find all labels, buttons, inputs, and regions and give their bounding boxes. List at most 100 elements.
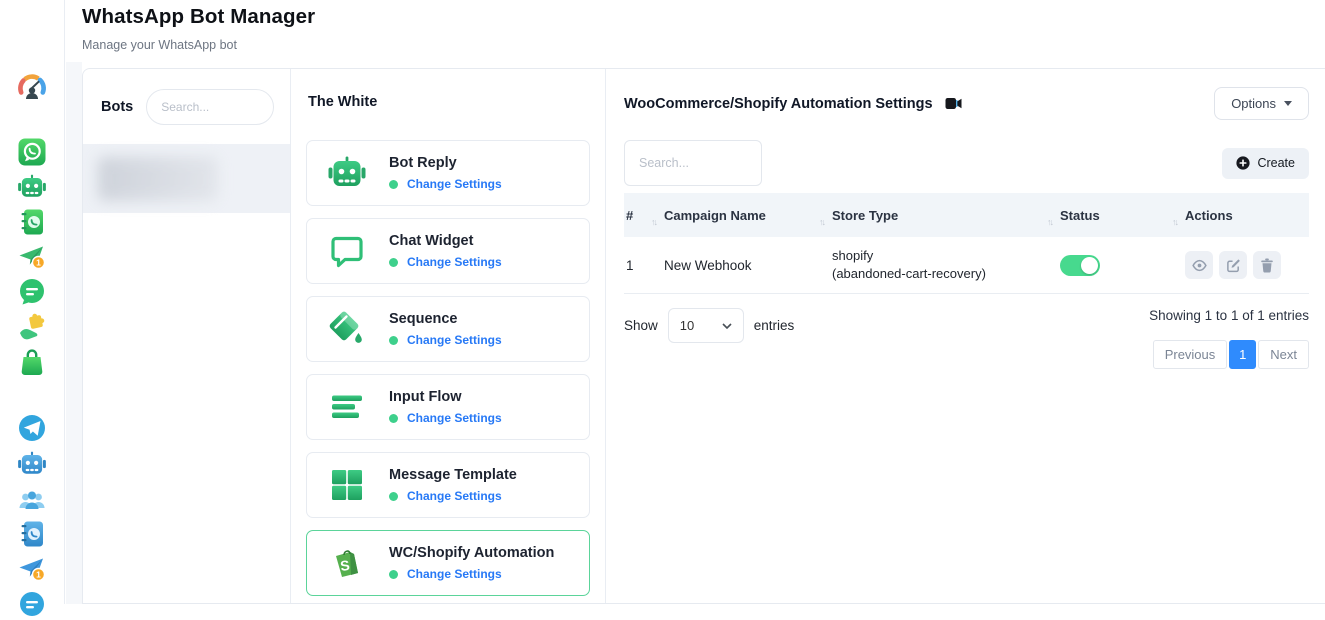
status-dot <box>389 570 398 579</box>
video-camera-icon[interactable] <box>945 97 962 110</box>
bot-reply-icon <box>327 153 367 193</box>
feature-card-message-template[interactable]: Message Template Change Settings <box>306 452 590 518</box>
eye-icon <box>1192 258 1207 273</box>
feature-label: Sequence <box>389 311 502 327</box>
show-label: Show <box>624 318 658 333</box>
sequence-icon <box>327 309 367 349</box>
edit-pencil-icon <box>1226 258 1241 273</box>
options-button-label: Options <box>1231 96 1276 111</box>
sidebar-item-whatsapp-chat[interactable] <box>17 277 47 307</box>
sidebar-item-integrations[interactable] <box>17 312 47 342</box>
shopify-icon: S <box>327 543 367 583</box>
feature-label: Input Flow <box>389 389 502 405</box>
status-dot <box>389 258 398 267</box>
chevron-down-icon <box>722 323 732 329</box>
change-settings-link[interactable]: Change Settings <box>407 489 502 503</box>
feature-label: WC/Shopify Automation <box>389 545 554 561</box>
badge-count: 1 <box>36 569 41 579</box>
change-settings-link[interactable]: Change Settings <box>407 567 502 581</box>
feature-label: Bot Reply <box>389 155 502 171</box>
status-toggle[interactable] <box>1060 255 1100 276</box>
table-header-row: # ↑↓ Campaign Name ↑↓ Store Type ↑↓ Stat… <box>624 193 1309 237</box>
bot-name-redacted <box>98 157 218 201</box>
page-size-value: 10 <box>680 318 694 333</box>
status-dot <box>389 180 398 189</box>
column-header-campaign-name: Campaign Name ↑↓ <box>664 208 832 223</box>
bots-panel: Bots <box>83 69 291 603</box>
sort-icon[interactable]: ↑↓ <box>651 217 656 227</box>
telegram-icon <box>17 413 47 443</box>
sidebar-item-whatsapp-contacts[interactable] <box>17 207 47 237</box>
sidebar-item-whatsapp-campaign[interactable]: 1 <box>17 242 47 272</box>
robot-green-icon <box>17 172 47 202</box>
dashboard-gauge-icon <box>17 73 47 103</box>
feature-card-bot-reply[interactable]: Bot Reply Change Settings <box>306 140 590 206</box>
current-page-button[interactable]: 1 <box>1229 340 1256 369</box>
input-flow-icon <box>327 387 367 427</box>
sidebar-item-whatsapp-bot[interactable] <box>17 172 47 202</box>
sidebar-item-whatsapp[interactable] <box>17 137 47 167</box>
message-template-icon <box>327 465 367 505</box>
column-header-index: # ↑↓ <box>624 208 664 223</box>
showing-info: Showing 1 to 1 of 1 entries <box>1149 308 1309 323</box>
change-settings-link[interactable]: Change Settings <box>407 333 502 347</box>
sort-icon[interactable]: ↑↓ <box>1172 217 1177 227</box>
settings-title: WooCommerce/Shopify Automation Settings <box>624 96 933 112</box>
row-campaign-name: New Webhook <box>664 258 832 273</box>
feature-card-wc-shopify-automation[interactable]: S WC/Shopify Automation Change Settings <box>306 530 590 596</box>
chat-widget-icon <box>327 231 367 271</box>
change-settings-link[interactable]: Change Settings <box>407 255 502 269</box>
sidebar-item-dashboard[interactable] <box>17 73 47 103</box>
chat-bubble-green-icon <box>17 277 47 307</box>
feature-card-sequence[interactable]: Sequence Change Settings <box>306 296 590 362</box>
sort-icon[interactable]: ↑↓ <box>819 217 824 227</box>
campaign-plane-green-icon: 1 <box>17 242 47 272</box>
bots-search-input[interactable] <box>146 89 274 125</box>
column-header-actions: Actions <box>1185 208 1309 223</box>
icon-sidebar: 1 <box>0 0 65 604</box>
selected-bot-name: The White <box>308 94 590 110</box>
sidebar-item-store[interactable] <box>17 347 47 377</box>
feature-label: Chat Widget <box>389 233 502 249</box>
next-page-button[interactable]: Next <box>1258 340 1309 369</box>
create-button-label: Create <box>1257 156 1295 170</box>
campaigns-table: # ↑↓ Campaign Name ↑↓ Store Type ↑↓ Stat… <box>624 193 1309 294</box>
table-row: 1 New Webhook shopify (abandoned-cart-re… <box>624 237 1309 294</box>
feature-card-chat-widget[interactable]: Chat Widget Change Settings <box>306 218 590 284</box>
caret-down-icon <box>1284 101 1292 106</box>
row-store-type: shopify (abandoned-cart-recovery) <box>832 247 1060 282</box>
chat-bubble-blue-icon <box>17 590 47 620</box>
bot-features-panel: The White Bot Reply <box>291 69 606 603</box>
page-size-select[interactable]: 10 <box>668 308 744 343</box>
page-title: WhatsApp Bot Manager <box>82 5 315 29</box>
badge-count: 1 <box>36 257 41 267</box>
delete-button[interactable] <box>1253 251 1281 279</box>
table-search-input[interactable] <box>624 140 762 186</box>
view-button[interactable] <box>1185 251 1213 279</box>
sidebar-item-telegram-bot[interactable] <box>17 449 47 479</box>
feature-card-input-flow[interactable]: Input Flow Change Settings <box>306 374 590 440</box>
contacts-book-blue-icon <box>17 519 47 549</box>
change-settings-link[interactable]: Change Settings <box>407 177 502 191</box>
sidebar-item-telegram-chat[interactable] <box>17 590 47 620</box>
contacts-book-green-icon <box>17 207 47 237</box>
robot-blue-icon <box>17 449 47 479</box>
shopping-bag-green-icon <box>17 347 47 377</box>
sidebar-item-telegram-groups[interactable] <box>17 485 47 515</box>
campaign-plane-blue-icon: 1 <box>17 554 47 584</box>
create-button[interactable]: Create <box>1222 148 1309 179</box>
previous-page-button[interactable]: Previous <box>1153 340 1228 369</box>
sort-icon[interactable]: ↑↓ <box>1047 217 1052 227</box>
options-button[interactable]: Options <box>1214 87 1309 120</box>
sidebar-item-telegram-contacts[interactable] <box>17 519 47 549</box>
bot-list-item-selected[interactable] <box>83 144 290 213</box>
feature-label: Message Template <box>389 467 517 483</box>
sidebar-item-telegram[interactable] <box>17 413 47 443</box>
edit-button[interactable] <box>1219 251 1247 279</box>
automation-settings-panel: WooCommerce/Shopify Automation Settings … <box>606 69 1325 603</box>
sidebar-item-telegram-campaign[interactable]: 1 <box>17 554 47 584</box>
column-header-store-type: Store Type ↑↓ <box>832 208 1060 223</box>
change-settings-link[interactable]: Change Settings <box>407 411 502 425</box>
status-dot <box>389 414 398 423</box>
layout-gutter <box>66 62 82 604</box>
